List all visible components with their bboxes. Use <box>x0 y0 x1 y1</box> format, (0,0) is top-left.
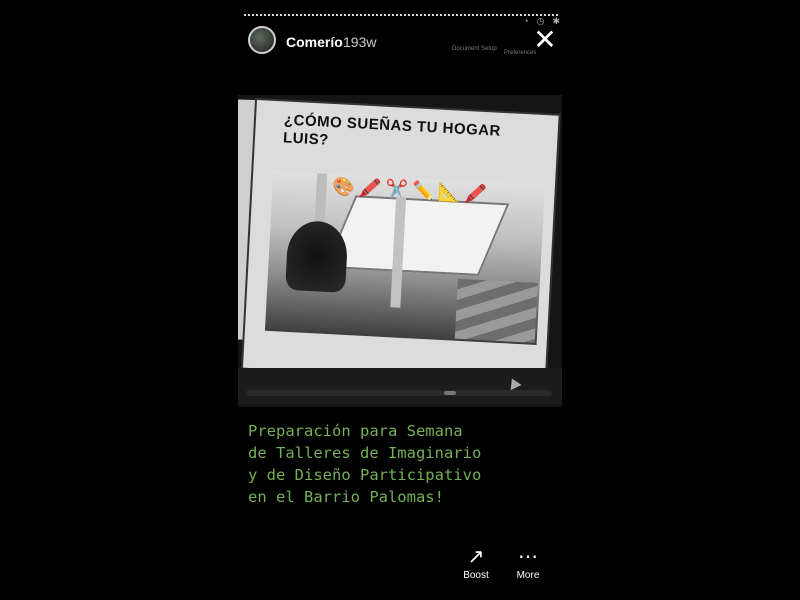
ellipsis-icon: ⋯ <box>518 546 538 568</box>
scissors-icon: ✂️ <box>384 178 409 200</box>
more-button[interactable]: ⋯ More <box>498 546 558 581</box>
background-doc-setup-text: Document Setup <box>452 46 497 52</box>
pencil-icon: ✏️ <box>411 180 435 202</box>
crayon-icon: 🖍️ <box>464 183 488 205</box>
avatar[interactable] <box>248 26 276 54</box>
presentation-slide: ¿CÓMO SUEÑAS TU HOGAR LUIS? 🎨 🖍️ ✂️ ✏️ 📐… <box>242 100 559 384</box>
screen-scroll-thumb <box>444 391 456 395</box>
crayon-icon: 🖍️ <box>358 177 382 199</box>
username[interactable]: Comerío <box>286 34 343 50</box>
wifi-icon: ◔ <box>523 16 529 26</box>
story-age: 193w <box>343 34 377 50</box>
story-caption: Preparación para Semana de Talleres de I… <box>248 422 482 506</box>
ruler-icon: 📐 <box>437 181 462 203</box>
trend-up-icon: ↗ <box>467 546 485 568</box>
boost-label: Boost <box>463 570 489 581</box>
boost-button[interactable]: ↗ Boost <box>446 546 506 581</box>
more-label: More <box>516 570 540 581</box>
slide-title: ¿CÓMO SUEÑAS TU HOGAR LUIS? <box>282 111 502 149</box>
photo-wall <box>324 195 510 276</box>
photo-stairs <box>454 278 538 343</box>
palette-icon: 🎨 <box>332 176 356 198</box>
screen-scrollbar <box>246 390 552 396</box>
background-preferences-text: Preferences <box>504 50 537 56</box>
